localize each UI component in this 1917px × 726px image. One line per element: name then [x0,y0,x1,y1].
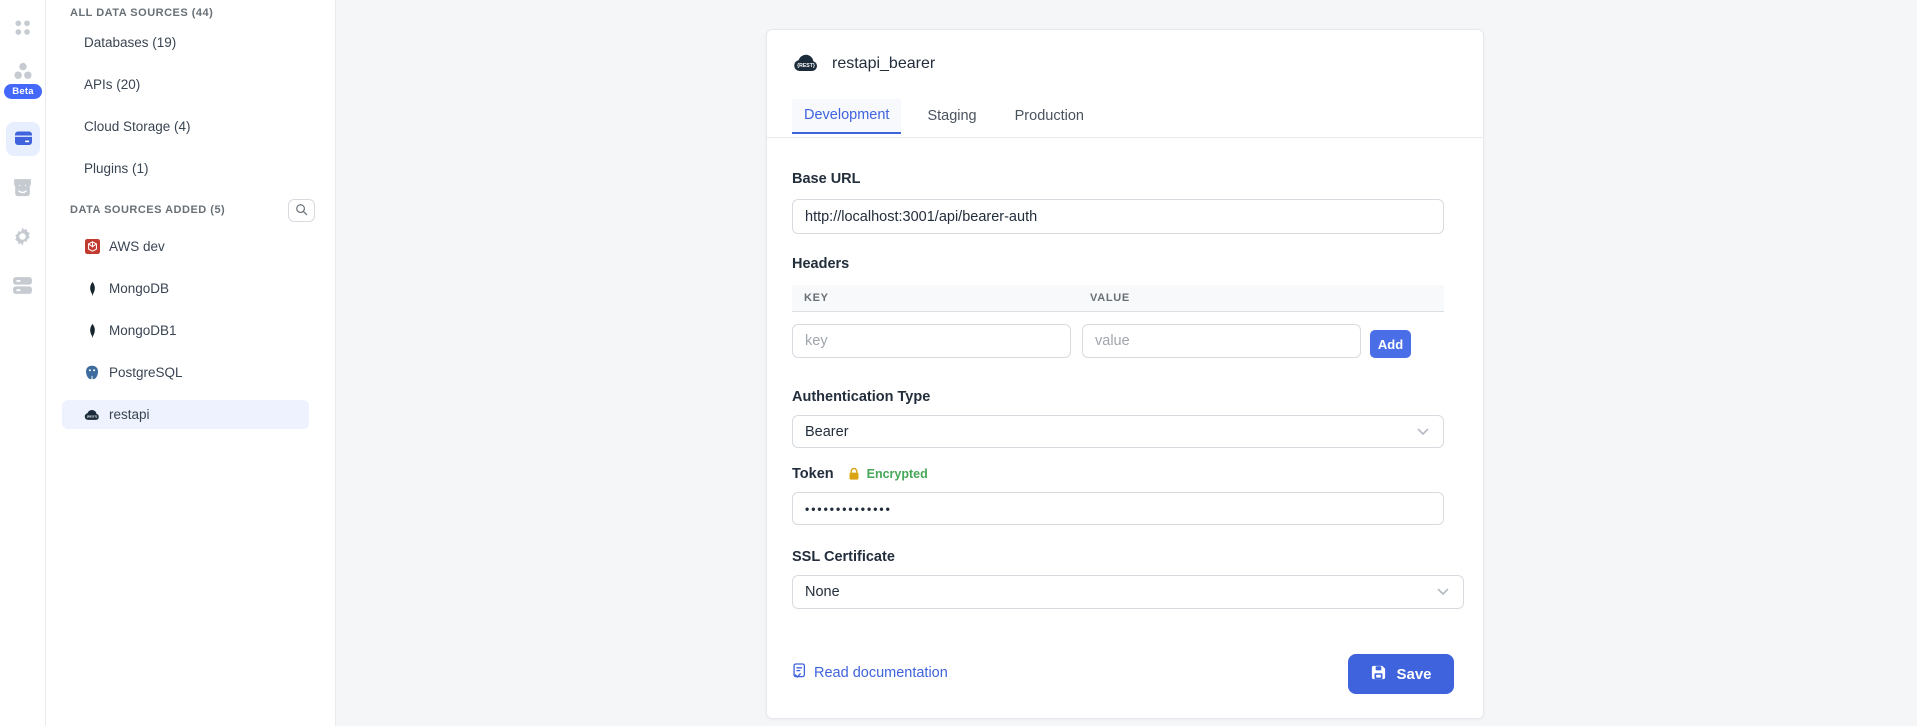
base-url-label: Base URL [792,171,861,187]
rest-cloud-icon: {REST} [793,54,819,75]
tab-staging[interactable]: Staging [915,99,988,134]
tabs-divider [767,137,1483,138]
sidebar-item-apis[interactable]: APIs (20) [84,71,140,99]
data-source-label: MongoDB1 [109,323,177,338]
authentication-type-select[interactable]: Bearer [792,415,1444,448]
header-value-input[interactable] [1082,324,1361,358]
data-source-label: AWS dev [109,239,165,254]
read-documentation-label: Read documentation [814,665,948,681]
token-label: Token [792,466,834,482]
audit-logs-icon [12,276,33,295]
ssl-certificate-label: SSL Certificate [792,549,895,565]
data-sources-added-heading: DATA SOURCES ADDED (5) [70,196,225,224]
headers-label: Headers [792,256,849,272]
rail-item-settings[interactable] [0,224,45,248]
data-source-label: restapi [109,407,150,422]
header-key-input[interactable] [792,324,1071,358]
base-url-input[interactable] [792,199,1444,234]
chevron-down-icon [1417,424,1429,440]
token-label-row: Token Encrypted [792,466,928,482]
ssl-certificate-value: None [805,584,840,600]
authentication-type-value: Bearer [805,424,849,440]
data-source-item-mongodb[interactable]: MongoDB [62,274,309,303]
svg-text:{REST}: {REST} [87,414,98,418]
sidebar-item-cloud-storage[interactable]: Cloud Storage (4) [84,113,191,141]
rest-cloud-icon: {REST} [84,407,100,423]
data-source-item-mongodb1[interactable]: MongoDB1 [62,316,309,345]
data-source-item-postgresql[interactable]: PostgreSQL [62,358,309,387]
icon-rail: Beta [0,0,46,726]
tab-production[interactable]: Production [1003,99,1096,134]
sidebar-item-databases[interactable]: Databases (19) [84,29,176,57]
data-sources-icon [13,128,34,151]
panel-title-row: {REST} restapi_bearer [793,52,935,76]
apps-grid-icon [12,17,33,38]
search-data-sources-button[interactable] [288,199,315,222]
read-documentation-link[interactable]: Read documentation [792,663,948,683]
authentication-type-label: Authentication Type [792,389,930,405]
data-source-config-panel: {REST} restapi_bearer Development Stagin… [766,29,1484,719]
workflows-icon [12,60,34,82]
data-source-item-aws-dev[interactable]: AWS dev [62,232,309,261]
mongodb-leaf-icon [84,281,100,297]
search-icon [295,203,308,219]
lock-icon [848,467,860,481]
sidebar-item-plugins[interactable]: Plugins (1) [84,155,149,183]
encrypted-badge: Encrypted [867,467,928,481]
svg-text:{REST}: {REST} [797,63,815,69]
rail-item-data-sources[interactable] [6,122,40,156]
save-button-label: Save [1396,666,1431,683]
rail-item-apps[interactable] [0,16,45,38]
tab-development[interactable]: Development [792,99,901,134]
aws-icon [84,239,100,255]
beta-badge: Beta [4,84,42,99]
document-check-icon [792,662,807,684]
all-data-sources-heading: ALL DATA SOURCES (44) [70,0,213,27]
data-sources-sidebar: ALL DATA SOURCES (44) Databases (19) API… [46,0,336,726]
rail-item-audit-logs[interactable] [0,275,45,295]
value-column-header: VALUE [1082,292,1130,304]
save-button[interactable]: Save [1348,654,1454,694]
add-header-button[interactable]: Add [1370,330,1411,358]
mongodb-leaf-icon [84,323,100,339]
rail-item-marketplace[interactable] [0,175,45,199]
environment-tabs: Development Staging Production [792,99,1096,134]
data-sources-page: Beta [0,0,1917,726]
key-column-header: KEY [792,292,1082,304]
save-floppy-icon [1370,664,1387,685]
data-source-item-restapi[interactable]: {REST} restapi [62,400,309,429]
token-input[interactable] [792,492,1444,525]
data-source-label: PostgreSQL [109,365,183,380]
settings-gear-icon [11,225,34,248]
chevron-down-icon [1437,584,1449,600]
marketplace-icon [11,176,34,199]
ssl-certificate-select[interactable]: None [792,575,1464,609]
data-source-label: MongoDB [109,281,169,296]
rail-item-workflows[interactable] [0,60,45,82]
page-title: restapi_bearer [832,55,935,73]
postgresql-elephant-icon [84,365,100,381]
headers-table-header: KEY VALUE [792,285,1444,312]
